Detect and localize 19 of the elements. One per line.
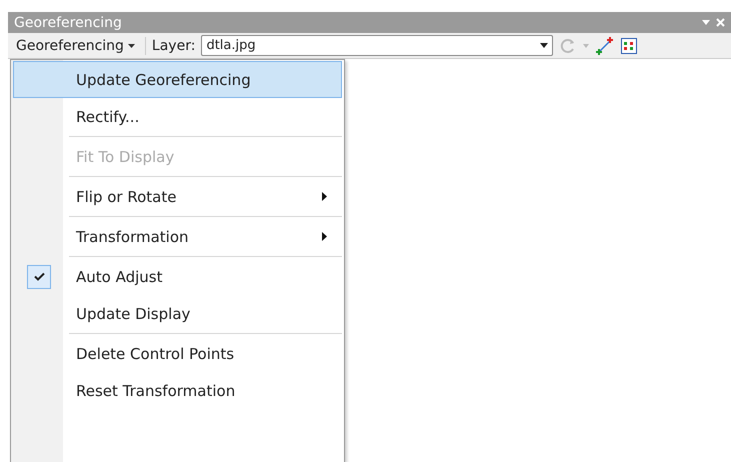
layer-dropdown[interactable]: dtla.jpg <box>201 35 554 56</box>
menu-item[interactable]: Update Display <box>13 295 342 332</box>
menu-item[interactable]: Flip or Rotate <box>13 178 342 215</box>
menu-item[interactable]: Reset Transformation <box>13 372 342 409</box>
caret-icon <box>128 44 135 48</box>
menu-item[interactable]: Delete Control Points <box>13 335 342 372</box>
window-title: Georeferencing <box>14 14 123 30</box>
layer-label: Layer: <box>152 38 196 54</box>
menu-item[interactable]: Update Georeferencing <box>13 61 342 98</box>
add-control-point-icon[interactable] <box>595 36 616 56</box>
caret-icon[interactable] <box>583 44 590 48</box>
close-icon[interactable] <box>716 18 725 27</box>
menu-item[interactable]: Auto Adjust <box>13 258 342 295</box>
menu-item[interactable]: Transformation <box>13 218 342 255</box>
caret-icon <box>540 43 548 48</box>
dropdown-icon[interactable] <box>702 20 710 25</box>
georeferencing-menu-button[interactable]: Georeferencing <box>12 38 139 54</box>
menu-item[interactable]: Rectify... <box>13 98 342 135</box>
table-icon[interactable] <box>621 38 638 54</box>
